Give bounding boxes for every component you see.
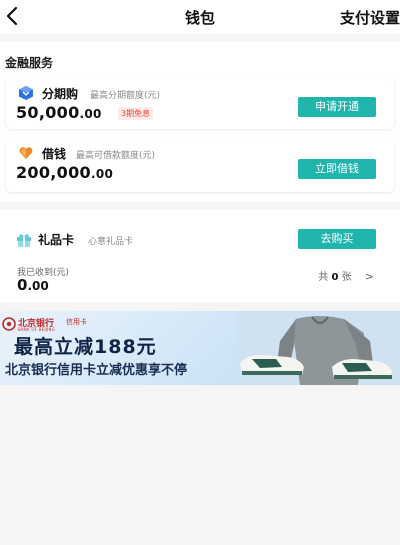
gift-card-subtitle: 心意礼品卡: [88, 237, 134, 247]
apply-open-button[interactable]: 申请开通: [298, 97, 376, 117]
installment-amount-int: 50,000: [16, 103, 80, 122]
installment-amount-dec: .00: [79, 107, 102, 121]
empty-area: [0, 385, 400, 545]
received-amount-dec: .00: [27, 279, 49, 293]
installment-card: 分期购 最高分期额度(元) 50,000.00 3期免息 申请开通: [6, 79, 394, 129]
count-suffix: 张: [341, 272, 352, 283]
loan-amount: 200,000.00: [16, 163, 113, 182]
banner-subline: 北京银行信用卡立减优惠享不停: [5, 363, 188, 378]
installment-amount: 50,000.00: [16, 103, 102, 122]
banner-headline: 最高立减188元: [14, 336, 157, 358]
top-bar: 钱包 支付设置: [0, 0, 400, 34]
gift-card-name: 礼品卡: [38, 233, 75, 247]
bank-logo-icon: [2, 317, 16, 331]
card-type: 信用卡: [66, 318, 87, 326]
buy-gift-card-button[interactable]: 去购买: [298, 229, 376, 249]
installment-cube-icon: [19, 86, 33, 100]
borrow-now-button[interactable]: 立即借钱: [298, 159, 376, 179]
loan-amount-int: 200,000: [16, 163, 91, 182]
banner-product-image: [236, 311, 400, 385]
interest-free-badge: 3期免息: [118, 107, 154, 120]
count-prefix: 共: [318, 272, 329, 283]
loan-amount-dec: .00: [90, 167, 114, 181]
chevron-right-icon: >: [364, 270, 374, 283]
gift-card-count-link[interactable]: 共 0 张 >: [318, 268, 374, 283]
count-value: 0: [331, 272, 339, 283]
payment-settings-link[interactable]: 支付设置: [340, 7, 400, 28]
received-amount-int: 0: [17, 276, 28, 294]
gift-card-section: 礼品卡 心意礼品卡 去购买 我已收到(元) 0.00 共 0 张 >: [0, 210, 400, 302]
finance-services-section: 金融服务 分期购 最高分期额度(元) 50,000.00 3期免息 申请开通 借…: [0, 42, 400, 202]
gift-icon: [17, 234, 31, 247]
loan-heart-icon: [19, 147, 33, 159]
installment-name: 分期购: [42, 87, 79, 101]
loan-card: 借钱 最高可借款额度(元) 200,000.00 立即借钱: [6, 139, 394, 192]
section-title: 金融服务: [5, 56, 54, 70]
loan-subtitle: 最高可借款额度(元): [76, 151, 156, 161]
promo-banner[interactable]: 北京银行 信用卡 BANK OF BEIJING 最高立减188元 北京银行信用…: [0, 311, 400, 385]
installment-subtitle: 最高分期额度(元): [90, 91, 161, 101]
loan-name: 借钱: [42, 147, 67, 161]
received-amount: 0.00: [17, 276, 49, 294]
